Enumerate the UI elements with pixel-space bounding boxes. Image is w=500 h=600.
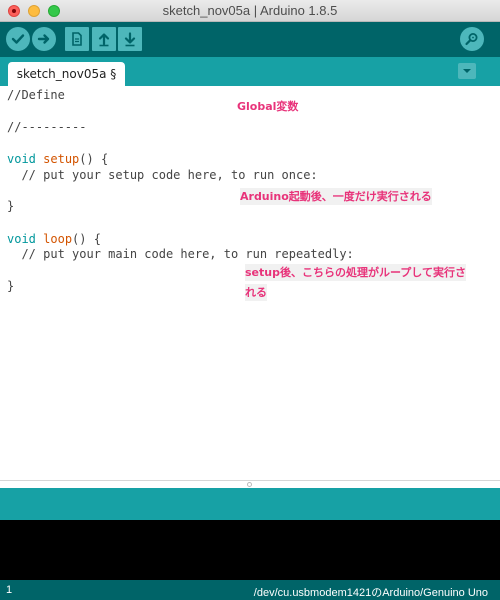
board-port-label: /dev/cu.usbmodem1421のArduino/Genuino Uno [253, 587, 488, 599]
console-output[interactable] [0, 520, 500, 580]
arrow-down-icon [124, 32, 136, 47]
check-icon [11, 34, 25, 44]
status-bar: 1 /dev/cu.usbmodem1421のArduino/Genuino U… [0, 580, 500, 600]
magnifier-icon [465, 33, 478, 46]
divider-grip[interactable] [247, 482, 252, 487]
verify-button[interactable] [6, 27, 30, 51]
code-editor[interactable]: //Define Global変数 //--------- void setup… [0, 86, 500, 480]
function-loop: loop [43, 232, 73, 246]
serial-monitor-button[interactable] [460, 27, 484, 51]
save-sketch-button[interactable] [118, 27, 142, 51]
code-line-setup: void setup() { [7, 152, 108, 166]
tab-sketch[interactable]: sketch_nov05a § [8, 62, 125, 86]
annotation-global: Global変数 [237, 100, 299, 113]
console-header [0, 488, 500, 520]
window-title: sketch_nov05a | Arduino 1.8.5 [162, 3, 338, 18]
code-line-loop-comment: // put your main code here, to run repea… [7, 247, 354, 261]
code-line-setup-comment: // put your setup code here, to run once… [7, 168, 318, 182]
chevron-down-icon [463, 69, 471, 73]
code-line-setup-close: } [7, 199, 15, 213]
document-icon [72, 32, 82, 46]
upload-button[interactable] [32, 27, 56, 51]
open-sketch-button[interactable] [92, 27, 116, 51]
toolbar [0, 22, 500, 57]
annotation-loop-line2: れる [245, 284, 267, 301]
arrow-right-icon [37, 34, 50, 44]
new-sketch-button[interactable] [65, 27, 89, 51]
code-line-loop-close: } [7, 279, 15, 293]
keyword-void: void [7, 232, 36, 246]
line-number: 1 [6, 584, 13, 596]
arrow-up-icon [98, 33, 110, 47]
split-divider[interactable] [0, 480, 500, 488]
function-setup: setup [43, 152, 80, 166]
code-text: () { [72, 232, 101, 246]
code-line-loop: void loop() { [7, 232, 101, 246]
annotation-loop-line1: setup後、こちらの処理がループして実行さ [245, 264, 466, 281]
keyword-void: void [7, 152, 36, 166]
title-bar: sketch_nov05a | Arduino 1.8.5 [0, 0, 500, 22]
tab-menu-button[interactable] [458, 63, 476, 79]
tab-bar: sketch_nov05a § [0, 57, 500, 86]
code-line-define: //Define [7, 88, 65, 102]
code-text: () { [79, 152, 109, 166]
annotation-setup: Arduino起動後、一度だけ実行される [240, 188, 432, 205]
code-line-separator: //--------- [7, 120, 87, 134]
